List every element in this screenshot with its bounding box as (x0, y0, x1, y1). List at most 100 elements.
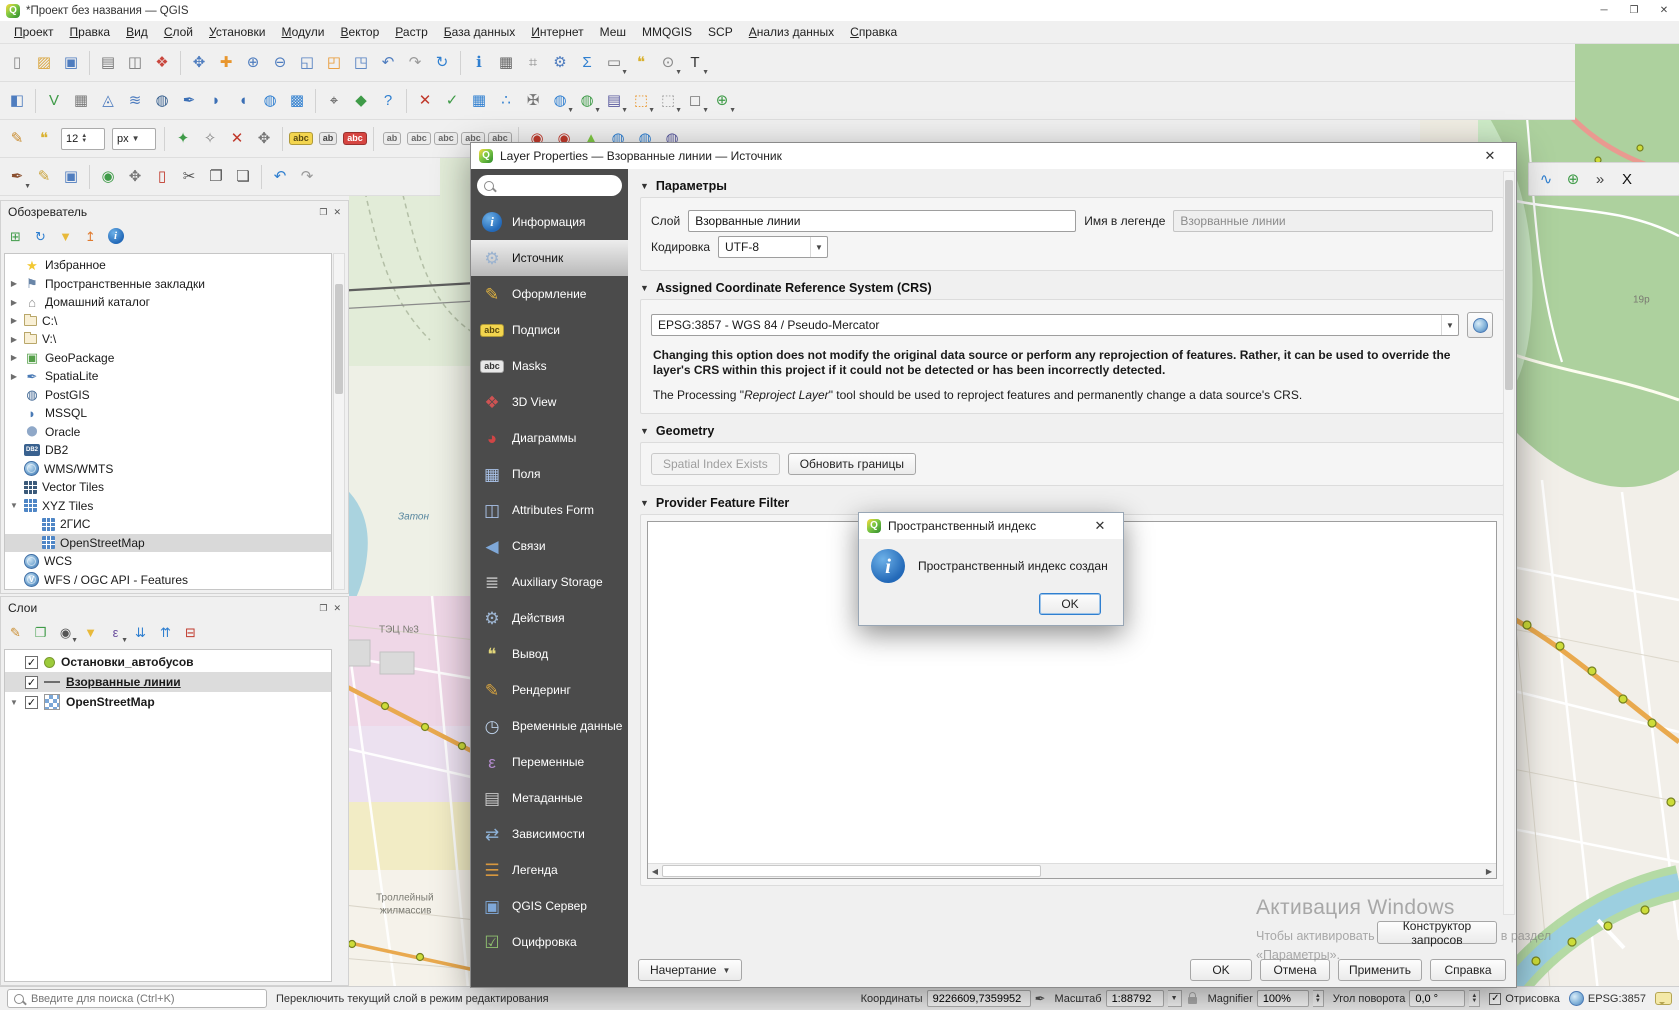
add-vector-layer-button[interactable]: V (41, 88, 67, 114)
measure-button[interactable]: ▭▼ (601, 50, 627, 76)
layers-remove-button[interactable]: ⊟ (179, 621, 202, 644)
add-spatialite-layer-button[interactable]: ✒ (176, 88, 202, 114)
select-tool-button[interactable]: ⬚▼ (628, 88, 654, 114)
profile-plot-tool-button[interactable]: ∿ (1533, 166, 1559, 192)
section-parameters-header[interactable]: ▼ Параметры (628, 169, 1516, 197)
layer-visibility-checkbox[interactable]: ✓ (25, 696, 38, 709)
crs-select-button[interactable] (1467, 312, 1493, 338)
render-checkbox[interactable]: ✓ (1489, 993, 1501, 1005)
browser-refresh-button[interactable]: ↻ (29, 225, 52, 248)
add-mesh-layer-button[interactable]: ◬ (95, 88, 121, 114)
layers-add-group-button[interactable]: ❐ (29, 621, 52, 644)
dialog-nav-actions[interactable]: ⚙Действия (471, 600, 628, 636)
menu-item-1[interactable]: Проект (6, 22, 62, 42)
expander-icon[interactable]: ▼ (9, 501, 19, 510)
label-abc-2-button[interactable]: abc (406, 126, 432, 152)
browser-item-2gis[interactable]: 2ГИС (5, 515, 331, 534)
section-crs-header[interactable]: ▼ Assigned Coordinate Reference System (… (628, 271, 1516, 299)
browser-item-vector-tiles[interactable]: Vector Tiles (5, 478, 331, 497)
layers-expand-all-button[interactable]: ⇊ (129, 621, 152, 644)
zoom-last-button[interactable]: ↶ (375, 50, 401, 76)
layer-visibility-checkbox[interactable]: ✓ (25, 676, 38, 689)
menu-item-2[interactable]: Правка (62, 22, 119, 42)
layer-item-bus-stops[interactable]: ✓Остановки_автобусов (5, 652, 331, 672)
add-raster-layer-button[interactable]: ▦ (68, 88, 94, 114)
rotation-input[interactable] (1409, 990, 1465, 1007)
cancel-button[interactable]: Отмена (1260, 959, 1330, 981)
menu-item-8[interactable]: Растр (387, 22, 435, 42)
browser-item-db2[interactable]: DB2DB2 (5, 441, 331, 460)
pan-to-selection-button[interactable]: ✚ (213, 50, 239, 76)
redo-button[interactable]: ↷ (294, 164, 320, 190)
save-edits-button[interactable]: ▣ (58, 164, 84, 190)
search-binoculars-button[interactable]: ⌖ (321, 88, 347, 114)
maximize-button[interactable]: ❐ (1619, 0, 1649, 21)
query-builder-button[interactable]: Конструктор запросов (1377, 921, 1497, 944)
label-abc-yellow-button[interactable]: abc (288, 126, 314, 152)
zoom-in-button[interactable]: ⊕ (240, 50, 266, 76)
menu-item-9[interactable]: База данных (436, 22, 523, 42)
browser-item-wcs[interactable]: WCS (5, 552, 331, 571)
section-geometry-header[interactable]: ▼ Geometry (628, 414, 1516, 442)
coordinate-capture-icon[interactable]: ✒ (1035, 991, 1046, 1007)
dialog-nav-temporal[interactable]: ◷Временные данные (471, 708, 628, 744)
layers-undock-icon[interactable]: ❐ (319, 603, 327, 614)
style-menu-button[interactable]: Начертание▼ (638, 959, 742, 981)
browser-item-geopackage[interactable]: ▶▣GeoPackage (5, 349, 331, 368)
properties-search-input[interactable] (499, 179, 603, 193)
dialog-close-icon[interactable]: ✕ (1472, 148, 1508, 164)
browser-scrollbar[interactable] (333, 253, 345, 590)
dialog-search-box[interactable] (477, 175, 622, 196)
toggle-editing-button[interactable]: ✎ (31, 164, 57, 190)
add-postgis-layer-button[interactable]: ◍ (149, 88, 175, 114)
dialog-scrollbar[interactable] (1503, 171, 1515, 915)
layers-filter-expression-button[interactable]: ε▼ (104, 621, 127, 644)
browser-item-drive-v[interactable]: ▶V:\ (5, 330, 331, 349)
section-filter-header[interactable]: ▼ Provider Feature Filter (628, 486, 1516, 514)
dialog-nav-auxiliary-storage[interactable]: ≣Auxiliary Storage (471, 564, 628, 600)
dialog-nav-diagrams[interactable]: ◕Диаграммы (471, 420, 628, 456)
copy-features-button[interactable]: ❐ (203, 164, 229, 190)
add-feature-button[interactable]: ◉ (95, 164, 121, 190)
browser-item-home[interactable]: ▶⌂Домашний каталог (5, 293, 331, 312)
web-globe-2-button[interactable]: ◍▼ (574, 88, 600, 114)
encoding-combo[interactable]: UTF-8 ▼ (718, 236, 828, 258)
topology-checker-button[interactable]: ✓ (439, 88, 465, 114)
close-button[interactable]: ✕ (1649, 0, 1679, 21)
dialog-nav-source[interactable]: ⚙Источник (471, 240, 628, 276)
expander-icon[interactable]: ▶ (9, 316, 19, 325)
layers-open-style-dock-button[interactable]: ✎ (4, 621, 27, 644)
browser-filter-button[interactable]: ▼ (54, 225, 77, 248)
zoom-to-layer-button[interactable]: ◳ (348, 50, 374, 76)
scale-dropdown-icon[interactable]: ▼ (1168, 990, 1182, 1007)
browser-item-wms-wmts[interactable]: WMS/WMTS (5, 460, 331, 479)
zoom-level-magnifier-button[interactable]: ⊕ (1560, 166, 1586, 192)
browser-item-ows[interactable]: OWS (5, 589, 331, 590)
zoom-next-button[interactable]: ↷ (402, 50, 428, 76)
menu-item-12[interactable]: MMQGIS (634, 22, 700, 42)
browser-item-postgis[interactable]: ◍PostGIS (5, 386, 331, 405)
dialog-nav-variables[interactable]: εПеременные (471, 744, 628, 780)
dialog-nav-fields[interactable]: ▦Поля (471, 456, 628, 492)
web-globe-1-button[interactable]: ◍▼ (547, 88, 573, 114)
map-tips-button[interactable]: ❝ (628, 50, 654, 76)
browser-item-spatialite[interactable]: ▶✒SpatiaLite (5, 367, 331, 386)
menu-item-5[interactable]: Установки (201, 22, 274, 42)
zoom-full-button[interactable]: ◱ (294, 50, 320, 76)
scale-lock-icon[interactable] (1188, 997, 1197, 1004)
magnifier-spinner[interactable]: ▲▼ (1313, 990, 1324, 1007)
browser-undock-icon[interactable]: ❐ (319, 207, 327, 218)
zoom-out-button[interactable]: ⊖ (267, 50, 293, 76)
expander-icon[interactable]: ▶ (9, 335, 19, 344)
help-button[interactable]: Справка (1430, 959, 1506, 981)
dialog-nav-display[interactable]: ❝Вывод (471, 636, 628, 672)
expander-icon[interactable]: ▶ (9, 298, 19, 307)
font-size-spin[interactable]: 12▲▼ (61, 128, 105, 150)
style-manager-button[interactable]: ❖ (149, 50, 175, 76)
message-box-title-bar[interactable]: Q Пространственный индекс ✕ (859, 513, 1123, 539)
label-abc-1-button[interactable]: ab (379, 126, 405, 152)
menu-item-15[interactable]: Справка (842, 22, 905, 42)
rotation-spinner[interactable]: ▲▼ (1469, 990, 1480, 1007)
message-box-close-icon[interactable]: ✕ (1085, 518, 1115, 534)
map-refresh-button[interactable]: ↻ (429, 50, 455, 76)
